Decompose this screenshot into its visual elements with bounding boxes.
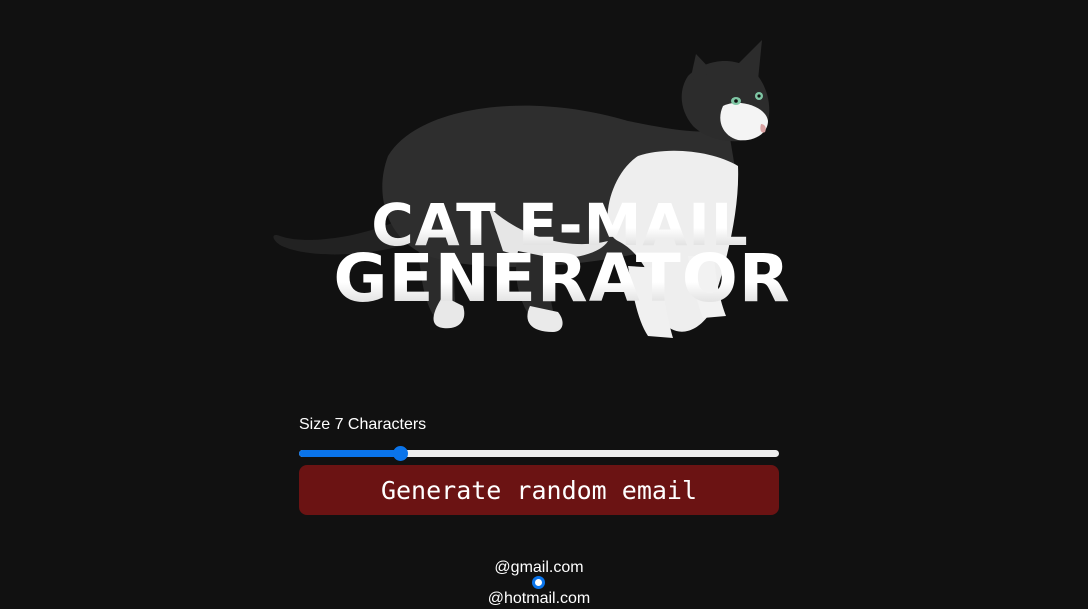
slider-fill [299, 450, 400, 457]
generate-email-button[interactable]: Generate random email [299, 465, 779, 515]
domain-option-gmail-label: @gmail.com [494, 559, 584, 576]
title-line-2: GENERATOR [0, 246, 1088, 312]
slider-thumb[interactable] [393, 446, 408, 461]
size-label: Size 7 Characters [299, 416, 427, 433]
radio-selected-dot [535, 579, 542, 586]
size-slider[interactable] [299, 446, 779, 461]
domain-option-gmail-radio[interactable] [532, 576, 545, 589]
page: CAT E-MAIL GENERATOR Size 7 Characters G… [0, 0, 1088, 609]
domain-option-hotmail-label: @hotmail.com [487, 590, 591, 607]
